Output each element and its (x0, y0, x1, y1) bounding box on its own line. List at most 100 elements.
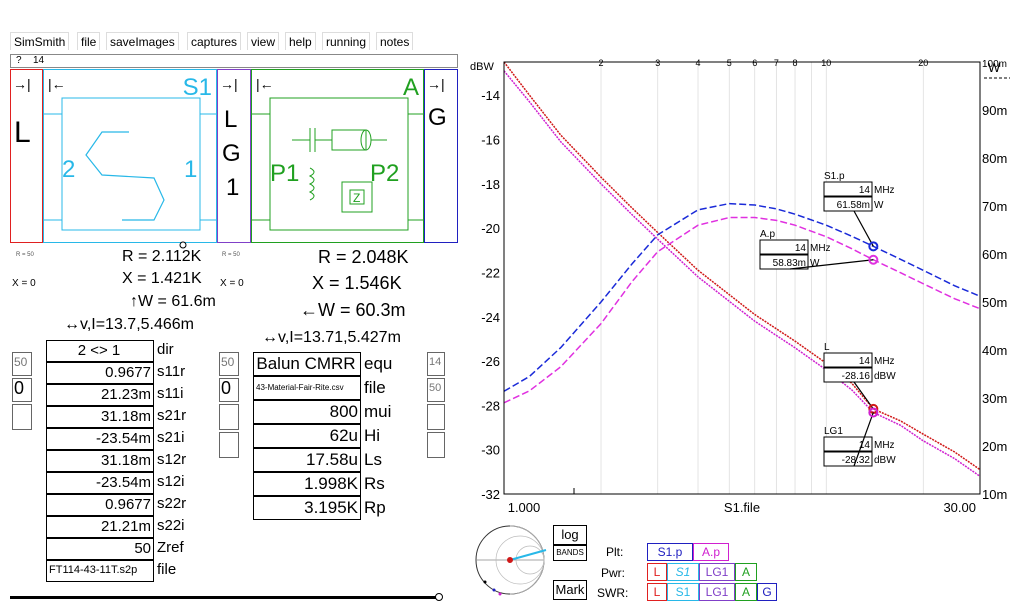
y-left-tick-label: -16 (481, 133, 500, 148)
s1-param-value-s12r[interactable]: 31.18m (46, 450, 154, 472)
pwr-a-toggle[interactable]: A (735, 563, 757, 581)
menu-notes[interactable]: notes (376, 32, 414, 50)
s1-param-value-file[interactable]: FT114-43-11T.s2p (46, 560, 154, 582)
swr-a-toggle[interactable]: A (735, 583, 757, 601)
s1-param-value-dir[interactable]: 2 <> 1 (46, 340, 154, 362)
swr-s1-toggle[interactable]: S1 (667, 583, 699, 601)
load-arrow-icon: →| (13, 76, 31, 92)
y-left-tick-label: -24 (481, 310, 500, 325)
a-misc-stub-2[interactable] (219, 432, 239, 458)
command-input[interactable]: ? 14 (10, 54, 458, 68)
marker-value-s1-p: 61.58m (837, 200, 870, 211)
left-vi-readout: ↔v,I=13.7,5.466m (64, 316, 194, 333)
svg-text:Z: Z (353, 191, 360, 205)
a-block[interactable]: |← A Z P1 P2 (251, 69, 425, 243)
s1-param-value-s12i[interactable]: -23.54m (46, 472, 154, 494)
y-right-tick-label: 80m (982, 151, 1007, 166)
swr-lg1-toggle[interactable]: LG1 (699, 583, 735, 601)
s1-param-value-s22i[interactable]: 21.21m (46, 516, 154, 538)
menu-simsmith[interactable]: SimSmith (10, 32, 70, 50)
y-left-tick-label: -14 (481, 88, 500, 103)
left-r-tag: R = 50 (16, 252, 34, 258)
y-right-tick-label: 90m (982, 103, 1007, 118)
s1-misc-stub[interactable] (12, 404, 32, 430)
marker-freq-unit-s1-p: MHz (874, 185, 895, 196)
swr-l-toggle[interactable]: L (647, 583, 667, 601)
right-x-tag: X = 0 (220, 278, 244, 289)
s1-param-value-s21i[interactable]: -23.54m (46, 428, 154, 450)
load-label: L (14, 116, 31, 149)
plt-s1p-toggle[interactable]: S1.p (647, 543, 693, 561)
gen-z-stub[interactable]: 50 (427, 378, 445, 402)
bottom-slider-knob[interactable] (434, 592, 444, 602)
y-right-tick-label: 70m (982, 199, 1007, 214)
s1-block[interactable]: |← S1 2 1 (43, 69, 218, 243)
a-misc-stub[interactable] (219, 404, 239, 430)
s1-x-stub[interactable]: 0 (12, 378, 32, 402)
y-right-tick-label: 20m (982, 439, 1007, 454)
gen-v-stub[interactable] (427, 404, 445, 430)
s1-param-label-s12r: s12r (157, 451, 187, 468)
a-param-value-hi[interactable]: 62u (253, 424, 361, 448)
s1-param-label-s11i: s11i (157, 385, 184, 402)
series-line-a-p (503, 216, 981, 404)
a-param-value-rp[interactable]: 3.195K (253, 496, 361, 520)
gen-freq-stub[interactable]: 14 (427, 352, 445, 376)
smith-chart-icon[interactable] (472, 522, 548, 600)
s1-zref-stub[interactable]: 50 (12, 352, 32, 376)
pwr-lg1-toggle[interactable]: LG1 (699, 563, 735, 581)
marker-name-a-p: A.p (760, 229, 775, 240)
power-chart[interactable]: 2 3 4 5 6 7 8 10 20 1.000 30.00 S1.file -14 -16 -18 -20… (462, 54, 1024, 524)
marker-name-lg1: LG1 (824, 426, 843, 437)
menu-file[interactable]: file (77, 32, 101, 50)
generator-block[interactable]: →| G (424, 69, 458, 243)
menu-running[interactable]: running (322, 32, 371, 50)
y-left-tick-label: -30 (481, 443, 500, 458)
lg1-block[interactable]: →| L G 1 (217, 69, 251, 243)
s1-param-value-s11r[interactable]: 0.9677 (46, 362, 154, 384)
menu-bar: SimSmith file saveImages captures view h… (0, 32, 1024, 50)
y-left-tick-label: -20 (481, 221, 500, 236)
right-vi-readout: ↔v,I=13.71,5.427m (262, 329, 401, 346)
swr-g-toggle[interactable]: G (757, 583, 777, 601)
a-param-value-ls[interactable]: 17.58u (253, 448, 361, 472)
a-x-stub[interactable]: 0 (219, 378, 239, 402)
a-param-label-hi: Hi (364, 426, 381, 445)
y-left-unit-label: dBW (470, 61, 494, 73)
s1-param-label-file: file (157, 561, 177, 578)
y-left-tick-label: -32 (481, 487, 500, 502)
mark-button[interactable]: Mark (553, 580, 587, 600)
right-r-readout: R = 2.048K (318, 247, 409, 267)
log-toggle-button[interactable]: log (553, 525, 587, 545)
a-param-value-equ[interactable]: Balun CMRR (253, 352, 361, 376)
a-param-label-ls: Ls (364, 450, 382, 469)
plt-ap-toggle[interactable]: A.p (693, 543, 729, 561)
s1-param-value-zref[interactable]: 50 (46, 538, 154, 560)
right-x-readout: X = 1.546K (312, 273, 402, 293)
load-block[interactable]: →| L (10, 69, 43, 243)
a-param-value-file[interactable]: 43-Material-Fair-Rite.csv (253, 376, 361, 400)
bottom-slider-track[interactable] (10, 596, 440, 599)
menu-saveimages[interactable]: saveImages (106, 32, 179, 50)
a-zref-stub[interactable]: 50 (219, 352, 239, 376)
s1-param-value-s22r[interactable]: 0.9677 (46, 494, 154, 516)
pwr-l-toggle[interactable]: L (647, 563, 667, 581)
a-param-value-rs[interactable]: 1.998K (253, 472, 361, 496)
marker-freq-unit-a-p: MHz (810, 243, 831, 254)
bands-button[interactable]: BANDS (553, 545, 587, 561)
y-right-tick-label: 10m (982, 487, 1007, 502)
s1-param-value-s21r[interactable]: 31.18m (46, 406, 154, 428)
s1-param-value-s11i[interactable]: 21.23m (46, 384, 154, 406)
swr-label: SWR: (597, 586, 629, 600)
x-tick-label: 5 (727, 58, 732, 68)
a-param-value-mui[interactable]: 800 (253, 400, 361, 424)
menu-view[interactable]: view (247, 32, 280, 50)
menu-help[interactable]: help (285, 32, 316, 50)
gen-plots-stub[interactable] (427, 432, 445, 458)
pwr-s1-toggle[interactable]: S1 (667, 563, 699, 581)
pwr-label: Pwr: (601, 566, 625, 580)
a-param-label-file: file (364, 378, 386, 397)
menu-captures[interactable]: captures (187, 32, 242, 50)
command-value: 14 (33, 55, 45, 66)
lg1-label-l: L (224, 106, 238, 133)
